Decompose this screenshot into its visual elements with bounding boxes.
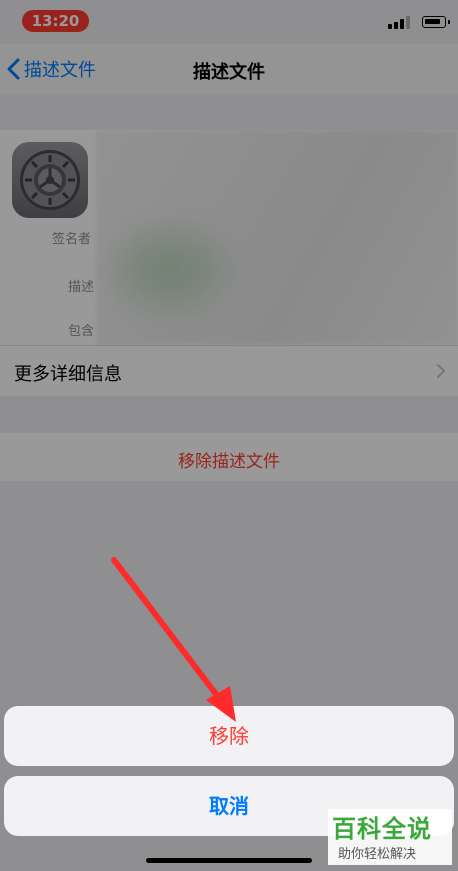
red-arrow-annotation-icon [111, 557, 236, 722]
watermark-logo: 百科全说 助你轻松解决 [328, 809, 452, 865]
watermark-title: 百科全说 [332, 815, 432, 843]
home-indicator[interactable] [146, 858, 312, 863]
watermark-subtitle: 助你轻松解决 [338, 847, 417, 862]
